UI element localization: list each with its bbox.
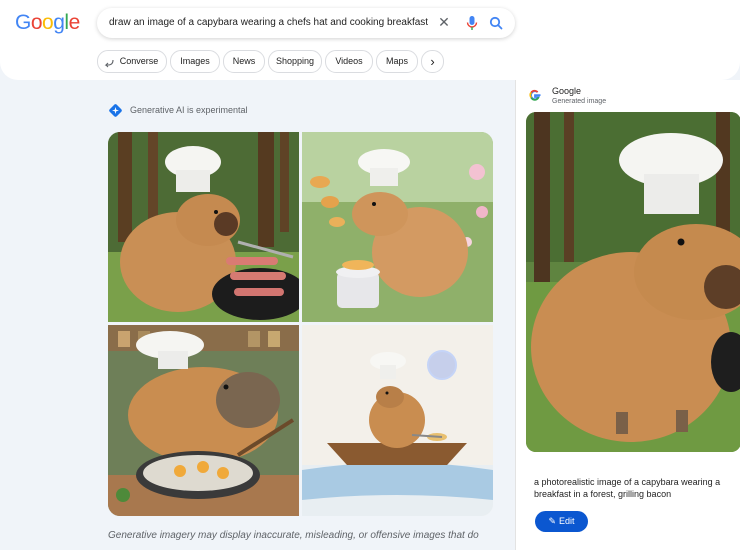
chip-label: Shopping bbox=[275, 56, 315, 66]
google-g-icon bbox=[528, 88, 542, 102]
converse-icon bbox=[104, 56, 115, 68]
chip-shopping[interactable]: Shopping bbox=[268, 50, 322, 73]
chip-images[interactable]: Images bbox=[170, 50, 220, 73]
chip-label: Videos bbox=[335, 56, 363, 66]
pencil-icon: ✎ bbox=[548, 516, 557, 526]
mic-icon[interactable] bbox=[464, 14, 480, 32]
chip-videos[interactable]: Videos bbox=[325, 50, 373, 73]
chevron-right-icon[interactable]: › bbox=[421, 50, 444, 73]
caption-line-2: breakfast in a forest, grilling bacon bbox=[534, 489, 672, 499]
chip-label: › bbox=[430, 54, 435, 69]
generated-image-2[interactable] bbox=[302, 132, 493, 322]
search-icon[interactable] bbox=[488, 14, 504, 32]
image-select-indicator[interactable] bbox=[427, 350, 457, 380]
caption-line-1: a photorealistic image of a capybara wea… bbox=[534, 477, 721, 487]
panel-subtitle: Generated image bbox=[552, 98, 607, 105]
panel-source: Google bbox=[552, 86, 582, 96]
selected-generated-image[interactable] bbox=[526, 112, 740, 452]
generative-ai-text: Generative AI is experimental bbox=[130, 105, 248, 115]
edit-label: Edit bbox=[559, 516, 575, 526]
chip-label: News bbox=[232, 56, 256, 66]
chip-news[interactable]: News bbox=[223, 50, 265, 73]
chip-label: Images bbox=[180, 56, 210, 66]
generated-image-3[interactable] bbox=[108, 325, 299, 516]
chip-converse[interactable]: Converse bbox=[97, 50, 167, 73]
close-icon[interactable]: ✕ bbox=[435, 13, 453, 31]
search-input[interactable]: draw an image of a capybara wearing a ch… bbox=[109, 17, 428, 28]
search-box[interactable]: draw an image of a capybara wearing a ch… bbox=[97, 8, 515, 38]
chip-label: Maps bbox=[385, 56, 408, 66]
disclaimer-text: Generative imagery may display inaccurat… bbox=[108, 530, 479, 541]
sparkle-icon bbox=[108, 103, 123, 118]
generated-image-grid bbox=[108, 132, 493, 516]
header-bar: Google draw an image of a capybara weari… bbox=[0, 0, 740, 80]
chip-maps[interactable]: Maps bbox=[376, 50, 418, 73]
generated-image-4[interactable] bbox=[302, 325, 493, 516]
generated-image-1[interactable] bbox=[108, 132, 299, 322]
image-caption: a photorealistic image of a capybara wea… bbox=[534, 476, 740, 500]
google-logo[interactable]: Google bbox=[15, 11, 80, 35]
edit-button[interactable]: ✎ Edit bbox=[535, 511, 588, 532]
image-detail-panel: Google Generated image a photorealistic … bbox=[515, 80, 740, 550]
